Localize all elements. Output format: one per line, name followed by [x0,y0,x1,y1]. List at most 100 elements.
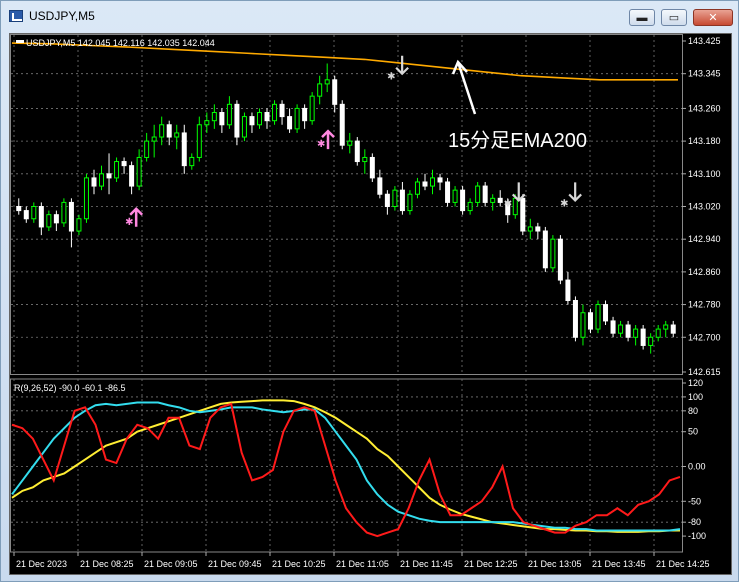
bear-candle [572,299,578,338]
chart-area[interactable]: 143.425 143.345 143.260 143.180 143.100 143.0… [9,33,732,575]
indicator-axis-label: 0.00 [688,462,706,472]
price-axis-label: 142.615 [688,367,721,377]
title-bar: USDJPY,M5 ▬ ▭ ✕ [1,1,738,31]
bull-candle [490,197,496,203]
indicator-axis-label: 120 [688,378,703,388]
bull-candle [550,238,556,269]
restore-button[interactable]: ▭ [661,9,687,26]
bear-candle [53,214,59,224]
bear-candle [16,206,22,212]
bull-candle [151,136,157,142]
time-axis-label: 21 Dec 13:05 [528,559,582,569]
bear-candle [565,279,571,301]
bull-candle [99,173,105,187]
bear-candle [23,210,29,220]
bull-candle [580,312,586,338]
bear-candle [640,328,646,346]
bull-candle [76,218,82,232]
bear-candle [166,124,172,138]
bull-candle [309,95,315,122]
bull-candle [392,189,398,208]
bear-candle [287,116,293,130]
minimize-button[interactable]: ▬ [629,9,655,26]
symbol-info-label: USDJPY,M5 142.045 142.116 142.035 142.04… [26,38,215,48]
symbol-info-marker [16,40,24,43]
bear-candle [610,320,616,334]
price-axis-label: 143.180 [688,136,721,146]
sell-arrow-icon [568,182,582,202]
bull-candle [414,181,420,195]
bear-candle [91,177,97,187]
bull-candle [648,336,654,346]
bear-candle [369,156,375,179]
bull-candle [347,140,353,146]
indicator-info-label: R(9,26,52) -90.0 -60.1 -86.5 [14,383,126,393]
bull-candle [317,83,323,97]
close-button[interactable]: ✕ [693,9,733,26]
price-chart-svg[interactable]: 143.425 143.345 143.260 143.180 143.100 143.0… [10,34,733,576]
time-axis-label: 21 Dec 2023 [16,559,67,569]
terminal-window: USDJPY,M5 ▬ ▭ ✕ 143.425 143.345 143.260 143… [0,0,739,582]
bear-candle [542,230,548,269]
bear-candle [535,226,541,232]
bull-candle [61,201,67,224]
bear-candle [68,201,74,232]
bull-candle [595,304,601,330]
bear-candle [377,177,383,195]
time-axis-label: 21 Dec 09:05 [144,559,198,569]
bull-candle [452,189,458,203]
bull-candle [512,197,518,216]
bull-candle [46,214,52,228]
bull-candle [31,206,37,220]
bear-candle [302,107,308,122]
indicator-axis-label: -80 [688,517,701,527]
price-axis-label: 142.860 [688,267,721,277]
sell-star-icon: ✱ [387,72,395,83]
sell-star-icon: ✱ [560,198,568,209]
buy-star-icon: ✱ [317,139,325,150]
bull-candle [475,185,481,203]
price-axis-label: 143.345 [688,69,721,79]
indicator-axis-label: -50 [688,496,701,506]
bull-candle [196,124,202,158]
indicator-axis-label: 50 [688,427,698,437]
sell-arrow-icon [511,182,526,202]
time-axis-label: 21 Dec 11:05 [336,559,389,569]
bear-candle [332,79,338,105]
bull-candle [114,161,120,179]
ema200-line [11,42,678,81]
time-axis-label: 21 Dec 10:25 [272,559,326,569]
bull-candle [211,112,217,122]
bear-candle [625,324,631,338]
time-axis-label: 21 Dec 14:25 [656,559,710,569]
price-axis-label: 142.780 [688,300,721,310]
bull-candle [663,324,669,330]
sell-arrow-icon [395,55,409,76]
bear-candle [482,185,488,203]
bear-candle [603,304,609,322]
bull-candle [407,193,413,212]
indicator-axis-label: 100 [688,392,703,402]
price-axis-label: 143.100 [688,169,721,179]
bull-candle [174,132,180,138]
bull-candle [204,120,210,126]
ema-annotation-label: 15分足EMA200 [448,129,587,152]
price-axis-label: 143.260 [688,103,721,113]
bear-candle [264,112,270,122]
bear-candle [384,193,390,207]
bull-candle [272,103,278,122]
indicator-axis-label: -100 [688,531,706,541]
bear-candle [249,116,255,126]
price-axis-label: 143.425 [688,36,721,46]
bull-candle [189,156,195,167]
bull-candle [83,177,89,220]
bear-candle [339,103,345,146]
bear-candle [106,173,112,179]
bear-candle [181,132,187,167]
bear-candle [670,324,676,334]
bear-candle [129,165,135,187]
bull-candle [144,140,150,158]
bull-candle [136,156,142,187]
bear-candle [422,181,428,187]
price-axis-label: 142.700 [688,332,721,342]
